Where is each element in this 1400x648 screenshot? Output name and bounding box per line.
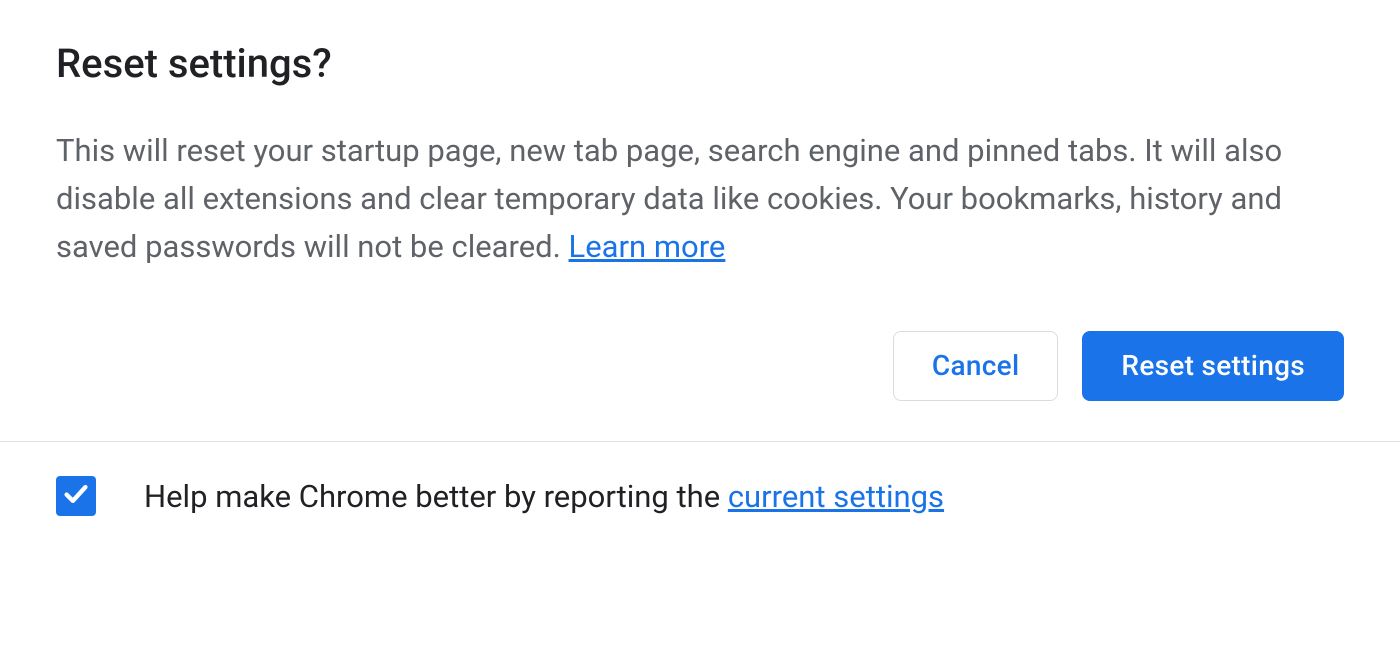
learn-more-link[interactable]: Learn more	[569, 228, 726, 265]
dialog-footer: Help make Chrome better by reporting the…	[0, 441, 1400, 550]
cancel-button[interactable]: Cancel	[893, 331, 1059, 401]
reset-settings-dialog: Reset settings? This will reset your sta…	[0, 0, 1400, 648]
dialog-body: This will reset your startup page, new t…	[56, 127, 1344, 271]
dialog-title: Reset settings?	[56, 40, 1344, 87]
reset-settings-button[interactable]: Reset settings	[1082, 331, 1344, 401]
current-settings-link[interactable]: current settings	[728, 478, 944, 515]
checkmark-icon	[61, 479, 91, 513]
footer-text: Help make Chrome better by reporting the…	[144, 478, 944, 515]
dialog-content: Reset settings? This will reset your sta…	[0, 0, 1400, 303]
report-settings-checkbox[interactable]	[56, 476, 96, 516]
dialog-actions: Cancel Reset settings	[0, 303, 1400, 441]
footer-text-prefix: Help make Chrome better by reporting the	[144, 478, 728, 515]
